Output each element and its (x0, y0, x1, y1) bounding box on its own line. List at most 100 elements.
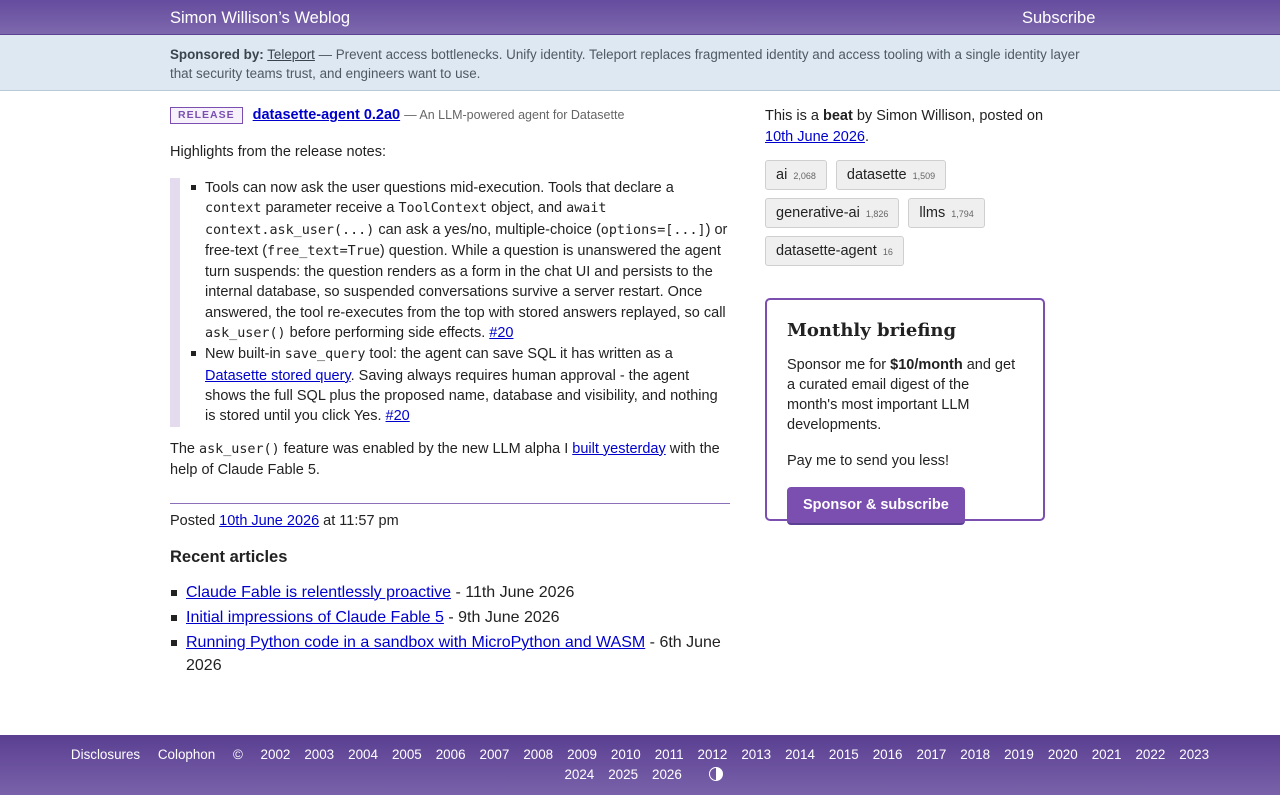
release-note-item: New built-in save_query tool: the agent … (190, 344, 730, 426)
tag-ai[interactable]: ai 2,068 (765, 160, 827, 190)
site-header: Simon Willison’s Weblog Subscribe (0, 0, 1280, 35)
recent-articles-list: Claude Fable is relentlessly proactive -… (170, 581, 730, 677)
note-text: before performing side effects. (285, 325, 490, 342)
beat-info: This is a beat by Simon Willison, posted… (765, 106, 1055, 148)
release-description: — An LLM-powered agent for Datasette (404, 108, 625, 122)
footer-year-link-2014[interactable]: 2014 (785, 747, 815, 762)
footer-year-link-2008[interactable]: 2008 (523, 747, 553, 762)
footer-disclosures-link[interactable]: Disclosures (71, 747, 140, 762)
recent-article-date: - 11th June 2026 (451, 583, 575, 601)
closing-code: ask_user() (199, 441, 280, 457)
footer-year-link-2012[interactable]: 2012 (698, 747, 728, 762)
closing-text: feature was enabled by the new LLM alpha… (279, 440, 573, 457)
recent-articles-heading: Recent articles (170, 547, 288, 566)
closing-paragraph: The ask_user() feature was enabled by th… (170, 439, 730, 480)
footer-line-1: Disclosures Colophon © 2002 2003 2004 2005 2… (0, 747, 1280, 762)
footer-year-link-2015[interactable]: 2015 (829, 747, 859, 762)
beat-date-link[interactable]: 10th June 2026 (765, 129, 865, 145)
release-notes-quote: Tools can now ask the user questions mid… (170, 178, 730, 427)
footer-year-link-2005[interactable]: 2005 (392, 747, 422, 762)
subscribe-link[interactable]: Subscribe (1022, 9, 1095, 28)
note-text: New built-in (205, 346, 285, 363)
contrast-icon[interactable] (708, 767, 723, 781)
note-code: context (205, 201, 262, 217)
briefing-price: $10/month (890, 357, 963, 373)
recent-article-item: Initial impressions of Claude Fable 5 - … (170, 606, 730, 629)
footer-year-link-2024[interactable]: 2024 (564, 767, 594, 782)
site-title-link[interactable]: Simon Willison’s Weblog (170, 9, 350, 28)
posted-line: Posted 10th June 2026 at 11:57 pm (170, 512, 730, 530)
note-text: Tools can now ask the user questions mid… (205, 180, 674, 196)
main-column: RELEASE datasette-agent 0.2a0 — An LLM-p… (170, 106, 730, 679)
tag-count: 2,068 (793, 171, 816, 181)
footer-year-link-2017[interactable]: 2017 (917, 747, 947, 762)
monthly-briefing-box: Monthly briefing Sponsor me for $10/mont… (765, 298, 1045, 525)
posted-time: at 11:57 pm (319, 512, 399, 529)
tag-name: llms (919, 205, 946, 221)
tag-llms[interactable]: llms 1,794 (908, 198, 985, 228)
footer-year-link-2006[interactable]: 2006 (436, 747, 466, 762)
note-code: free_text=True (267, 243, 380, 259)
recent-article-link[interactable]: Claude Fable is relentlessly proactive (186, 584, 451, 601)
beat-text: . (864, 129, 870, 145)
sponsor-label: Sponsored by: (170, 47, 264, 62)
note-text: object, and (487, 200, 567, 217)
recent-article-link[interactable]: Initial impressions of Claude Fable 5 (186, 609, 444, 626)
beat-text: This is a (765, 108, 824, 124)
footer-year-link-2020[interactable]: 2020 (1048, 747, 1078, 762)
sidebar: This is a beat by Simon Willison, posted… (765, 106, 1055, 274)
footer-year-link-2009[interactable]: 2009 (567, 747, 597, 762)
footer-year-link-2018[interactable]: 2018 (960, 747, 990, 762)
release-title-link[interactable]: datasette-agent 0.2a0 (253, 107, 400, 123)
footer-years-row-2: 2024 2025 2026 (557, 767, 688, 782)
footer-year-link-2025[interactable]: 2025 (608, 767, 638, 782)
footer-year-link-2023[interactable]: 2023 (1179, 747, 1209, 762)
note-text: tool: the agent can save SQL it has writ… (365, 346, 673, 363)
footer-year-link-2011[interactable]: 2011 (655, 747, 684, 762)
tag-name: datasette (846, 167, 907, 183)
footer-line-2: 2024 2025 2026 (0, 767, 1280, 782)
tag-datasette-agent[interactable]: datasette-agent 16 (765, 236, 904, 266)
tag-name: datasette-agent (776, 243, 877, 259)
closing-text: The (170, 440, 200, 457)
sponsor-text: Sponsored by: Teleport — Prevent access … (170, 45, 1100, 83)
footer-colophon-link[interactable]: Colophon (158, 747, 215, 762)
note-text: can ask a yes/no, multiple-choice ( (374, 221, 601, 238)
release-heading: RELEASE datasette-agent 0.2a0 — An LLM-p… (170, 106, 730, 126)
stored-query-link[interactable]: Datasette stored query (205, 368, 351, 384)
release-intro: Highlights from the release notes: (170, 144, 386, 160)
built-yesterday-link[interactable]: built yesterday (572, 441, 666, 457)
footer-year-link-2003[interactable]: 2003 (304, 747, 334, 762)
sponsor-subscribe-button[interactable]: Sponsor & subscribe (787, 487, 965, 525)
release-note-item: Tools can now ask the user questions mid… (190, 178, 730, 344)
footer-year-link-2007[interactable]: 2007 (480, 747, 510, 762)
footer-year-link-2021[interactable]: 2021 (1092, 747, 1122, 762)
tag-datasette[interactable]: datasette 1,509 (835, 160, 947, 190)
recent-article-date: - 9th June 2026 (443, 608, 560, 626)
site-footer: Disclosures Colophon © 2002 2003 2004 2005 2… (0, 735, 1280, 795)
beat-text: by Simon Willison, posted on (852, 108, 1044, 124)
footer-year-link-2013[interactable]: 2013 (741, 747, 771, 762)
tag-count: 1,794 (951, 209, 974, 219)
footer-year-link-2026[interactable]: 2026 (652, 767, 682, 782)
posted-prefix: Posted (170, 512, 220, 529)
divider (170, 502, 730, 504)
recent-article-item: Claude Fable is relentlessly proactive -… (170, 581, 730, 604)
footer-year-link-2022[interactable]: 2022 (1135, 747, 1165, 762)
sponsor-name-link[interactable]: Teleport (267, 47, 315, 62)
footer-year-link-2010[interactable]: 2010 (611, 747, 641, 762)
note-code: options=[...] (600, 222, 706, 238)
tag-generative-ai[interactable]: generative-ai 1,826 (765, 198, 900, 228)
footer-year-link-2016[interactable]: 2016 (873, 747, 903, 762)
footer-year-link-2004[interactable]: 2004 (348, 747, 378, 762)
tag-name: generative-ai (776, 205, 860, 221)
recent-article-link[interactable]: Running Python code in a sandbox with Mi… (186, 634, 645, 651)
briefing-title: Monthly briefing (787, 320, 957, 341)
issue-link[interactable]: #20 (489, 325, 513, 341)
footer-years-row-1: 2002 2003 2004 2005 2006 2007 2008 2009 2010 2011… (254, 747, 1217, 762)
posted-date-link[interactable]: 10th June 2026 (219, 513, 319, 529)
footer-year-link-2019[interactable]: 2019 (1004, 747, 1034, 762)
issue-link[interactable]: #20 (386, 408, 410, 424)
footer-year-link-2002[interactable]: 2002 (261, 747, 291, 762)
beat-bold: beat (823, 108, 853, 124)
